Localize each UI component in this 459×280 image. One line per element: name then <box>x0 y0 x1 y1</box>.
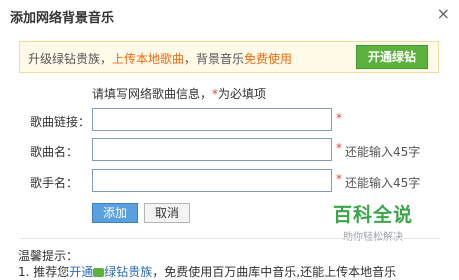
vip-link[interactable]: 绿钻贵族 <box>104 265 152 279</box>
song-name-label: 歌曲名： <box>30 145 79 159</box>
song-name-required: * <box>336 141 342 155</box>
hint-prefix: 请填写网络歌曲信息， <box>92 87 213 101</box>
cancel-button[interactable]: 取消 <box>144 203 190 223</box>
song-name-input[interactable] <box>92 138 332 161</box>
singer-counter: 还能输入45字 <box>345 176 421 190</box>
song-link-label: 歌曲链接： <box>30 115 91 129</box>
watermark-main-text: 百科全说 <box>332 204 413 226</box>
promo-text-prefix: 升级绿钻贵族， <box>28 52 113 66</box>
promo-text-middle: ，背景音乐 <box>184 52 245 66</box>
vip-promo-banner: 升级绿钻贵族，上传本地歌曲，背景音乐免费使用 开通绿钻 <box>19 41 439 73</box>
song-name-counter: 还能输入45字 <box>345 145 421 159</box>
upload-local-link[interactable]: 上传本地歌曲 <box>112 52 184 66</box>
tips-line1-prefix: 1. 推荐您 <box>18 265 70 279</box>
form-hint: 请填写网络歌曲信息，*为必填项 <box>92 85 266 102</box>
dialog-titlebar: 添加网络背景音乐 × <box>0 0 459 30</box>
add-button[interactable]: 添加 <box>92 203 138 223</box>
tips-title: 温馨提示： <box>18 249 79 263</box>
tips-line1-suffix: ，免费使用百万曲库中音乐,还能上传本地音乐 <box>152 265 397 279</box>
close-icon[interactable]: × <box>437 4 450 23</box>
watermark-logo: 百科全说 助你轻松解决 <box>331 200 415 243</box>
open-link[interactable]: 开通 <box>69 265 93 279</box>
singer-required: * <box>336 172 342 186</box>
promo-text: 升级绿钻贵族，上传本地歌曲，背景音乐免费使用 <box>28 50 292 67</box>
watermark-sub-text: 助你轻松解决 <box>331 228 415 243</box>
green-diamond-icon <box>93 268 105 277</box>
hint-suffix: 为必填项 <box>218 87 267 101</box>
song-link-input[interactable] <box>92 108 332 131</box>
open-vip-button[interactable]: 开通绿钻 <box>356 45 428 69</box>
singer-label: 歌手名： <box>30 176 79 190</box>
free-use-text: 免费使用 <box>244 52 293 66</box>
song-link-required: * <box>336 111 342 125</box>
divider <box>20 238 440 239</box>
singer-input[interactable] <box>92 169 332 192</box>
dialog-title: 添加网络背景音乐 <box>10 11 115 26</box>
